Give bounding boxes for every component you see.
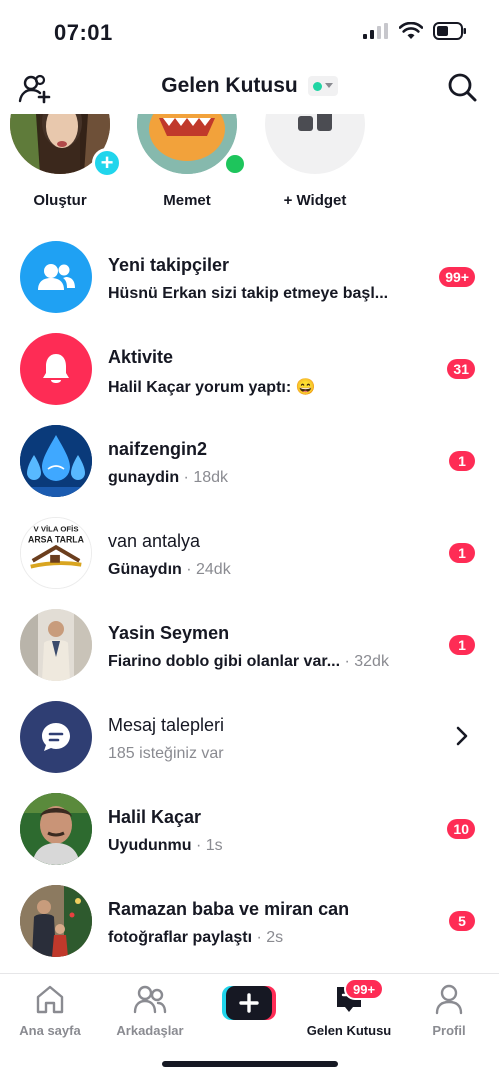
unread-badge: 10 xyxy=(447,819,475,839)
followers-avatar xyxy=(20,241,92,313)
chevron-right-icon[interactable] xyxy=(455,725,469,747)
unread-badge: 99+ xyxy=(439,267,475,287)
avatar-text-top: V VİLA OFİS xyxy=(33,525,78,534)
row-subtitle: Günaydın · 24dk xyxy=(108,561,231,579)
nav-home[interactable]: Ana sayfa xyxy=(0,982,100,1038)
battery-icon xyxy=(433,22,466,40)
story-label: Oluştur xyxy=(33,192,87,209)
search-icon xyxy=(448,73,477,102)
row-subtitle: Halil Kaçar yorum yaptı: 😄 xyxy=(108,379,316,396)
create-plus-icon xyxy=(222,986,276,1020)
chat-bubble-icon xyxy=(42,723,70,751)
list-item-activity[interactable]: Aktivite Halil Kaçar yorum yaptı: 😄 31 xyxy=(0,323,499,415)
list-item-ramazan-baba[interactable]: Ramazan baba ve miran can fotoğraflar pa… xyxy=(0,875,499,967)
row-title: van antalya xyxy=(108,531,201,551)
search-button[interactable] xyxy=(447,72,477,102)
row-title: Mesaj talepleri xyxy=(108,715,225,735)
widget-circle xyxy=(265,114,365,174)
friends-icon xyxy=(133,985,167,1014)
message-time: · 1s xyxy=(191,837,223,854)
create-button[interactable] xyxy=(222,986,276,1020)
user-avatar xyxy=(20,425,92,497)
inbox-unread-badge: 99+ xyxy=(344,978,385,1000)
story-avatar-memet xyxy=(137,114,237,174)
page-title: Gelen Kutusu xyxy=(161,74,298,97)
unread-badge: 31 xyxy=(447,359,475,379)
nav-label: Profil xyxy=(432,1023,466,1038)
nav-friends[interactable]: Arkadaşlar xyxy=(100,982,200,1038)
message-preview: Günaydın xyxy=(108,561,182,578)
unread-badge: 1 xyxy=(449,635,475,655)
status-icons xyxy=(363,22,467,40)
online-status-toggle[interactable] xyxy=(307,76,338,96)
unread-badge: 1 xyxy=(449,543,475,563)
message-preview: Uyudunmu xyxy=(108,837,192,854)
home-indicator[interactable] xyxy=(162,1061,338,1067)
signal-icon xyxy=(363,23,388,39)
message-time: · 18dk xyxy=(179,469,229,486)
list-item-yasin-seymen[interactable]: Yasin Seymen Fiarino doblo gibi olanlar … xyxy=(0,599,499,691)
list-item-new-followers[interactable]: Yeni takipçiler Hüsnü Erkan sizi takip e… xyxy=(0,231,499,323)
message-preview: Fiarino doblo gibi olanlar var... xyxy=(108,653,341,670)
row-subtitle: Fiarino doblo gibi olanlar var... · 32dk xyxy=(108,653,389,671)
nav-profile[interactable]: Profil xyxy=(399,982,499,1038)
user-avatar xyxy=(20,885,92,957)
message-preview: gunaydin xyxy=(108,469,180,486)
create-story-plus-icon[interactable]: + xyxy=(92,148,122,178)
row-title: naifzengin2 xyxy=(108,439,208,459)
nav-label: Arkadaşlar xyxy=(116,1023,184,1038)
user-avatar xyxy=(20,609,92,681)
row-subtitle: fotoğraflar paylaştı · 2s xyxy=(108,929,283,947)
user-avatar: V VİLA OFİS ARSA TARLA xyxy=(20,517,92,589)
profile-icon xyxy=(435,984,463,1015)
requests-avatar xyxy=(20,701,92,773)
unread-badge: 1 xyxy=(449,451,475,471)
list-item-message-requests[interactable]: Mesaj talepleri 185 isteğiniz var xyxy=(0,691,499,783)
row-subtitle: Hüsnü Erkan sizi takip etmeye başl... xyxy=(108,285,389,302)
list-item-naifzengin2[interactable]: naifzengin2 gunaydin · 18dk 1 xyxy=(0,415,499,507)
online-indicator xyxy=(223,152,247,176)
unread-badge: 5 xyxy=(449,911,475,931)
message-preview: fotoğraflar paylaştı xyxy=(108,929,253,946)
list-item-van-antalya[interactable]: V VİLA OFİS ARSA TARLA van antalya Günay… xyxy=(0,507,499,599)
nav-label: Gelen Kutusu xyxy=(306,1023,392,1038)
message-time: · 24dk xyxy=(181,561,231,578)
status-bar: 07:01 xyxy=(0,0,499,64)
row-title: Ramazan baba ve miran can xyxy=(108,899,350,919)
avatar-text-bottom: ARSA TARLA xyxy=(28,534,85,544)
nav-label: Ana sayfa xyxy=(19,1023,81,1038)
wifi-icon xyxy=(399,22,423,39)
activity-avatar xyxy=(20,333,92,405)
user-avatar xyxy=(20,793,92,865)
inbox-list: Yeni takipçiler Hüsnü Erkan sizi takip e… xyxy=(0,231,499,967)
status-time: 07:01 xyxy=(54,20,113,45)
bell-icon xyxy=(43,354,69,383)
caret-down-icon xyxy=(324,83,333,88)
home-icon xyxy=(36,985,64,1014)
followers-icon xyxy=(38,264,75,290)
row-title: Yeni takipçiler xyxy=(108,255,230,275)
header: Gelen Kutusu xyxy=(0,64,499,114)
online-status-dot xyxy=(312,81,322,91)
list-item-halil-kacar[interactable]: Halil Kaçar Uyudunmu · 1s 10 xyxy=(0,783,499,875)
message-time: · 32dk xyxy=(340,653,389,670)
header-title-group[interactable]: Gelen Kutusu xyxy=(0,74,499,98)
row-subtitle: gunaydin · 18dk xyxy=(108,469,228,487)
row-title: Yasin Seymen xyxy=(108,623,230,643)
row-subtitle: 185 isteğiniz var xyxy=(108,745,224,762)
widget-icon xyxy=(298,114,332,131)
story-label: Memet xyxy=(163,192,211,209)
row-title: Halil Kaçar xyxy=(108,807,202,827)
row-subtitle: Uyudunmu · 1s xyxy=(108,837,223,855)
stories-bar: + Oluştur Memet + Widget xyxy=(0,114,499,224)
message-time: · 2s xyxy=(252,929,284,946)
story-label: + Widget xyxy=(283,192,347,209)
row-title: Aktivite xyxy=(108,347,174,367)
